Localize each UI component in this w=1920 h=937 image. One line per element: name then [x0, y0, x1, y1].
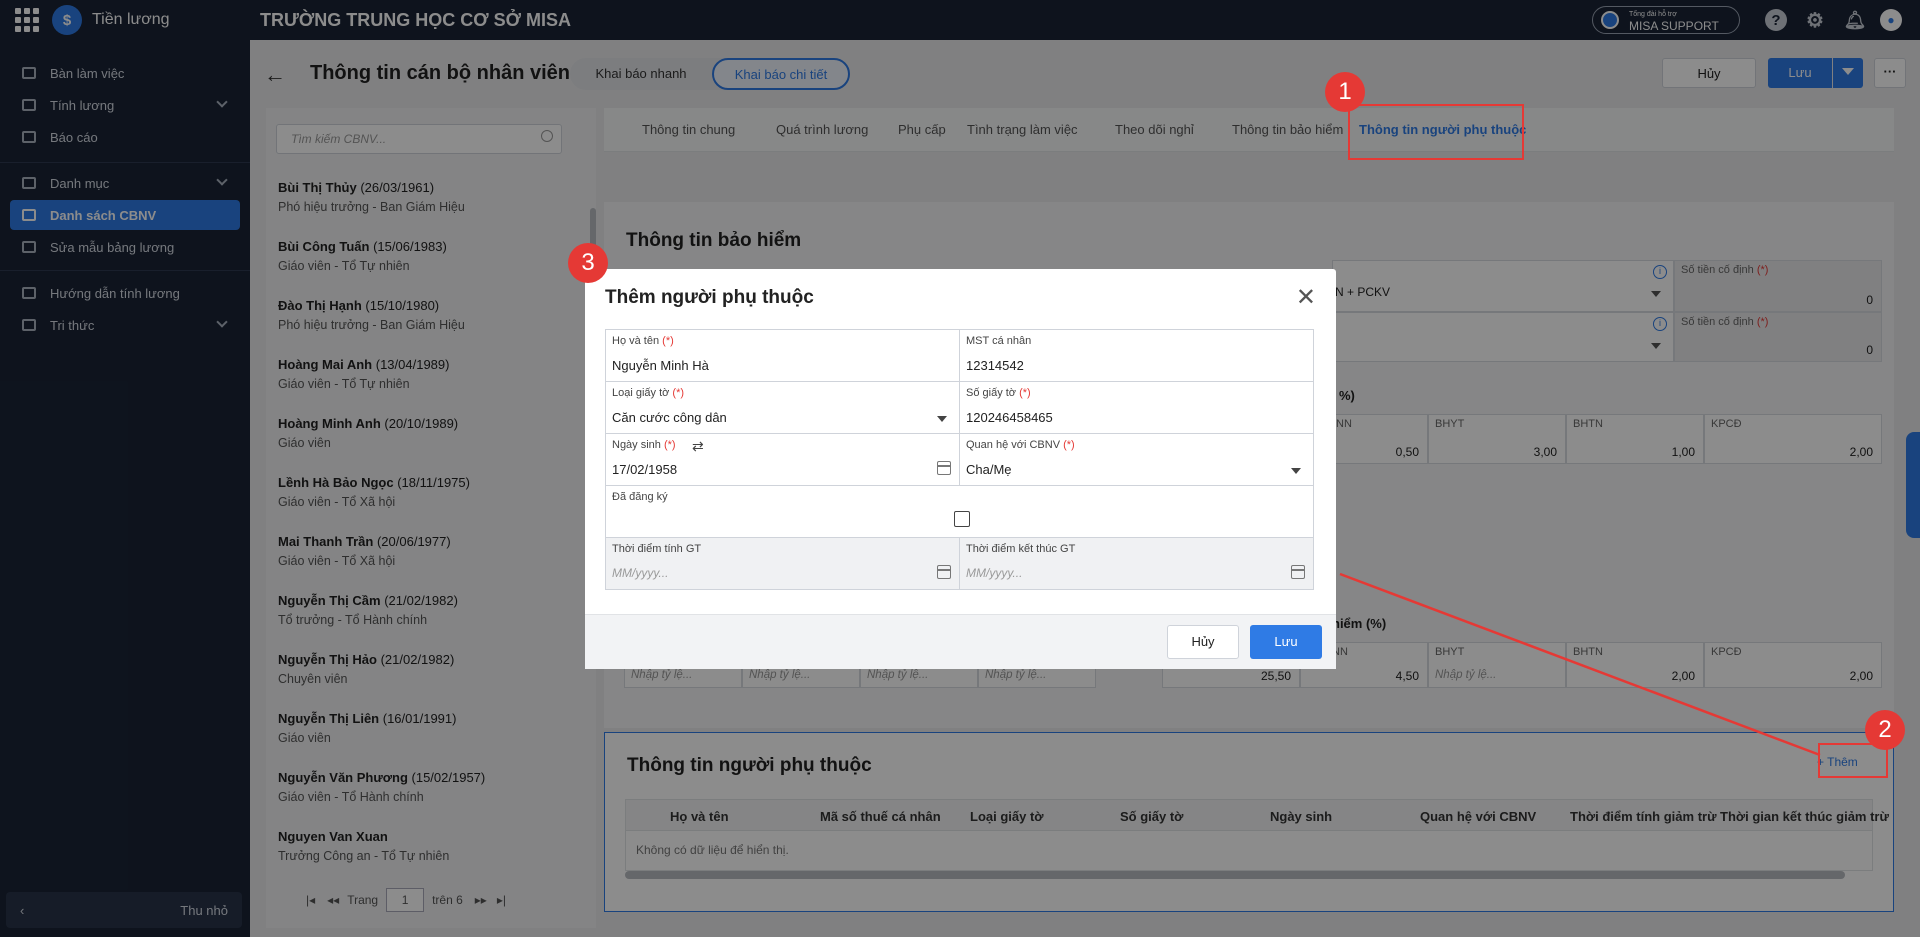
- step-callout-1: 1: [1325, 72, 1365, 112]
- annotation-arrow: [1339, 572, 1821, 757]
- step-callout-3: 3: [568, 243, 608, 283]
- step-callout-2: 2: [1865, 710, 1905, 750]
